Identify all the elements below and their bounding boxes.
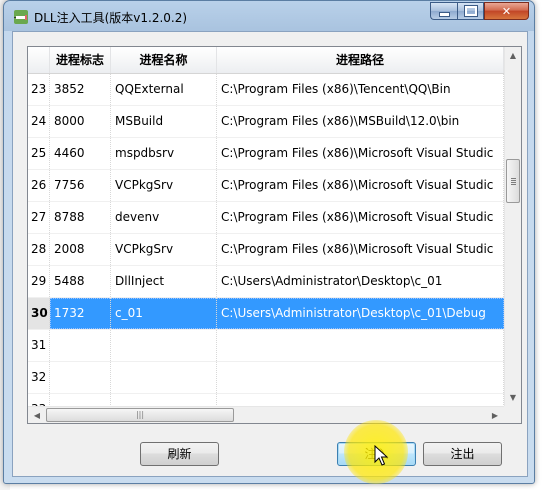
process-list[interactable]: 进程标志 进程名称 进程路径 23 3852 QQExternal C:\Pro… [27, 46, 522, 424]
process-id: 2008 [50, 234, 111, 265]
table-row[interactable]: 25 4460 mspdbsrv C:\Program Files (x86)\… [28, 138, 504, 170]
row-index: 27 [28, 202, 50, 233]
process-path: C:\Program Files (x86)\Microsoft Visual … [217, 202, 504, 233]
process-id: 8000 [50, 106, 111, 137]
row-index: 26 [28, 170, 50, 201]
process-id [50, 362, 111, 393]
list-body: 23 3852 QQExternal C:\Program Files (x86… [28, 74, 504, 423]
process-name: mspdbsrv [111, 138, 217, 169]
row-index: 30 [28, 298, 50, 329]
process-path [217, 330, 504, 361]
column-header-name[interactable]: 进程名称 [111, 47, 217, 73]
row-index: 32 [28, 362, 50, 393]
window-title: DLL注入工具(版本v1.2.0.2) [34, 11, 188, 25]
close-icon: ✕ [501, 4, 512, 18]
close-button[interactable]: ✕ [484, 2, 529, 20]
table-row[interactable]: 32 [28, 362, 504, 394]
minimize-icon [438, 11, 450, 17]
table-row[interactable]: 23 3852 QQExternal C:\Program Files (x86… [28, 74, 504, 106]
row-index: 29 [28, 266, 50, 297]
process-id: 1732 [50, 298, 111, 329]
process-path: C:\Program Files (x86)\Tencent\QQ\Bin [217, 74, 504, 105]
row-index: 28 [28, 234, 50, 265]
process-path: C:\Program Files (x86)\Microsoft Visual … [217, 234, 504, 265]
vertical-scrollbar[interactable]: ▲ ▼ [504, 47, 521, 406]
table-row[interactable]: 27 8788 devenv C:\Program Files (x86)\Mi… [28, 202, 504, 234]
process-id: 8788 [50, 202, 111, 233]
vertical-scroll-thumb[interactable] [506, 159, 520, 203]
grip-line [511, 182, 516, 183]
table-row-selected[interactable]: 30 1732 c_01 C:\Users\Administrator\Desk… [28, 298, 504, 330]
scroll-down-icon[interactable]: ▼ [505, 389, 521, 406]
refresh-button[interactable]: 刷新 [140, 442, 219, 466]
title-bar[interactable]: DLL注入工具(版本v1.2.0.2) ✕ [4, 1, 534, 31]
process-path: C:\Program Files (x86)\Microsoft Visual … [217, 170, 504, 201]
client-area: 进程标志 进程名称 进程路径 23 3852 QQExternal C:\Pro… [12, 31, 528, 477]
process-id: 7756 [50, 170, 111, 201]
row-index: 23 [28, 74, 50, 105]
process-name: VCPkgSrv [111, 170, 217, 201]
column-header-path[interactable]: 进程路径 [217, 47, 504, 73]
grip-line [511, 180, 516, 181]
column-header-index[interactable] [28, 47, 50, 73]
row-index: 31 [28, 330, 50, 361]
process-path: C:\Users\Administrator\Desktop\c_01\Debu… [217, 298, 504, 329]
process-id [50, 330, 111, 361]
scrollbar-corner [504, 406, 521, 423]
process-name: devenv [111, 202, 217, 233]
table-row[interactable]: 26 7756 VCPkgSrv C:\Program Files (x86)\… [28, 170, 504, 202]
list-header: 进程标志 进程名称 进程路径 [28, 47, 504, 74]
syringe-app-icon [14, 10, 28, 24]
table-row[interactable]: 24 8000 MSBuild C:\Program Files (x86)\M… [28, 106, 504, 138]
maximize-icon [464, 6, 477, 16]
caption-buttons: ✕ [430, 2, 529, 21]
table-row[interactable]: 29 5488 DllInject C:\Users\Administrator… [28, 266, 504, 298]
grip-line [511, 178, 516, 179]
horizontal-scroll-thumb[interactable]: ||| [46, 408, 234, 422]
app-window: DLL注入工具(版本v1.2.0.2) ✕ 进程标志 进程名称 进程路径 23 … [3, 0, 535, 484]
process-name: c_01 [111, 298, 217, 329]
process-name: DllInject [111, 266, 217, 297]
maximize-button[interactable] [457, 2, 484, 20]
process-name: VCPkgSrv [111, 234, 217, 265]
eject-button[interactable]: 注出 [423, 442, 502, 466]
process-path [217, 362, 504, 393]
process-path: C:\Program Files (x86)\Microsoft Visual … [217, 138, 504, 169]
column-header-pid[interactable]: 进程标志 [50, 47, 111, 73]
horizontal-scrollbar[interactable]: ◀ ||| ▶ [28, 406, 504, 423]
process-path: C:\Users\Administrator\Desktop\c_01 [217, 266, 504, 297]
process-path: C:\Program Files (x86)\MSBuild\12.0\bin [217, 106, 504, 137]
inject-button[interactable]: 注入 [337, 442, 416, 466]
table-row[interactable]: 31 [28, 330, 504, 362]
table-row[interactable]: 28 2008 VCPkgSrv C:\Program Files (x86)\… [28, 234, 504, 266]
scroll-left-icon[interactable]: ◀ [29, 407, 45, 423]
process-name [111, 362, 217, 393]
process-name: MSBuild [111, 106, 217, 137]
row-index: 25 [28, 138, 50, 169]
process-id: 5488 [50, 266, 111, 297]
scroll-up-icon[interactable]: ▲ [505, 47, 521, 64]
process-id: 3852 [50, 74, 111, 105]
scroll-right-icon[interactable]: ▶ [487, 407, 503, 423]
process-id: 4460 [50, 138, 111, 169]
row-index: 24 [28, 106, 50, 137]
minimize-button[interactable] [430, 2, 457, 20]
grip-line [511, 184, 516, 185]
process-name [111, 330, 217, 361]
process-name: QQExternal [111, 74, 217, 105]
